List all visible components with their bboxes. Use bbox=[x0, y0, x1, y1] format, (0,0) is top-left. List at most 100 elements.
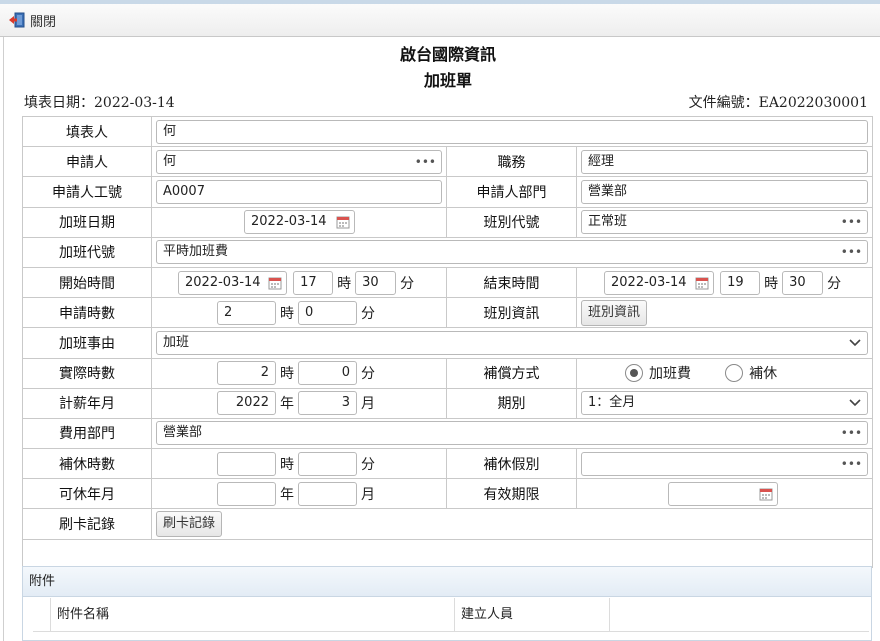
document-number: 文件編號：EA2022030001 bbox=[688, 95, 868, 111]
ellipsis-icon[interactable]: ••• bbox=[841, 422, 862, 444]
toolbar: 關閉 bbox=[0, 0, 880, 37]
column-created-by[interactable]: 建立人員 bbox=[455, 598, 610, 631]
hour-unit: 時 bbox=[764, 275, 779, 292]
row-select-column bbox=[33, 598, 51, 631]
comp-leave-type-picker[interactable]: ••• bbox=[581, 451, 869, 476]
start-minute-field[interactable]: 30 bbox=[355, 270, 397, 295]
row-spacer bbox=[21, 539, 874, 568]
fill-date: 填表日期：2022-03-14 bbox=[24, 95, 175, 111]
shift-info-label: 班別資訊 bbox=[446, 297, 577, 329]
pay-month-label: 計薪年月 bbox=[22, 387, 152, 419]
ot-code-label: 加班代號 bbox=[22, 236, 152, 268]
shift-code-picker[interactable]: 正常班 ••• bbox=[581, 210, 869, 235]
emp-no-value: A0007 bbox=[163, 183, 205, 199]
close-button[interactable]: 關閉 bbox=[8, 10, 56, 30]
end-hour-field[interactable]: 19 bbox=[720, 270, 761, 295]
column-attachment-name[interactable]: 附件名稱 bbox=[51, 598, 455, 631]
comp-radio-comp-leave[interactable]: 補休 bbox=[725, 363, 777, 383]
month-unit: 月 bbox=[361, 486, 375, 503]
position-value: 經理 bbox=[588, 153, 615, 169]
actual-minute-field[interactable]: 0 bbox=[298, 361, 357, 386]
dept-field[interactable]: 營業部 bbox=[581, 179, 869, 204]
reason-select[interactable]: 加班 bbox=[156, 330, 869, 355]
valid-until-label: 有效期限 bbox=[446, 478, 577, 510]
hour-unit: 時 bbox=[337, 275, 352, 292]
form-title: 加班單 bbox=[423, 71, 472, 90]
filler-label: 填表人 bbox=[22, 115, 152, 148]
minute-unit: 分 bbox=[827, 275, 842, 292]
chevron-down-icon[interactable] bbox=[849, 332, 861, 354]
filler-field[interactable]: 何 bbox=[156, 119, 869, 144]
applicant-picker[interactable]: 何 ••• bbox=[156, 149, 442, 174]
minute-unit: 分 bbox=[361, 456, 375, 473]
calendar-icon[interactable] bbox=[336, 215, 350, 233]
emp-no-field[interactable]: A0007 bbox=[156, 179, 442, 204]
end-hour-value: 19 bbox=[727, 274, 744, 290]
pay-year-field[interactable]: 2022 bbox=[217, 391, 276, 416]
year-unit: 年 bbox=[280, 396, 294, 413]
comp-minute-field[interactable] bbox=[298, 451, 357, 476]
ellipsis-icon[interactable]: ••• bbox=[841, 453, 862, 475]
close-button-label: 關閉 bbox=[30, 14, 57, 30]
comp-hour-field[interactable] bbox=[217, 451, 276, 476]
hour-unit: 時 bbox=[280, 305, 294, 322]
apply-hour-value: 2 bbox=[224, 304, 233, 320]
apply-hour-field[interactable]: 2 bbox=[217, 300, 276, 325]
minute-unit: 分 bbox=[400, 275, 415, 292]
ot-code-picker[interactable]: 平時加班費 ••• bbox=[156, 240, 869, 265]
ellipsis-icon[interactable]: ••• bbox=[415, 151, 436, 173]
card-record-label: 刷卡記錄 bbox=[22, 508, 152, 540]
dept-value: 營業部 bbox=[588, 183, 628, 199]
cost-dept-label: 費用部門 bbox=[22, 417, 152, 450]
end-date-field[interactable]: 2022-03-14 bbox=[604, 270, 714, 295]
position-field[interactable]: 經理 bbox=[581, 149, 869, 174]
attachments-header: 附件名稱 建立人員 bbox=[33, 598, 869, 632]
ot-date-field[interactable]: 2022-03-14 bbox=[244, 210, 355, 235]
period-value: 1：全月 bbox=[588, 395, 636, 411]
end-minute-value: 30 bbox=[789, 274, 806, 290]
overtime-form: 填表人 何 申請人 何 ••• 職務 經理 申請人工號 A0007 申請人部門 營… bbox=[21, 115, 874, 568]
calendar-icon[interactable] bbox=[759, 487, 773, 505]
avail-month-label: 可休年月 bbox=[22, 478, 152, 510]
avail-month-field[interactable] bbox=[298, 481, 357, 506]
period-select[interactable]: 1：全月 bbox=[581, 391, 869, 416]
row-actual-hours: 實際時數 2時 0分 補償方式 加班費 補休 bbox=[22, 357, 874, 389]
column-filler bbox=[610, 598, 869, 631]
calendar-icon[interactable] bbox=[695, 276, 709, 294]
cost-dept-picker[interactable]: 營業部 ••• bbox=[156, 421, 869, 446]
end-minute-field[interactable]: 30 bbox=[782, 270, 824, 295]
apply-hours-label: 申請時數 bbox=[22, 297, 152, 329]
comp-option-label: 補休 bbox=[749, 366, 778, 383]
shift-info-button[interactable]: 班別資訊 bbox=[581, 299, 648, 326]
start-date-value: 2022-03-14 bbox=[185, 274, 261, 290]
calendar-icon[interactable] bbox=[268, 276, 282, 294]
comp-option-label: 加班費 bbox=[649, 366, 691, 383]
comp-radio-overtime-pay[interactable]: 加班費 bbox=[625, 363, 691, 383]
reason-label: 加班事由 bbox=[22, 327, 152, 359]
row-avail-month: 可休年月 年 月 有效期限 bbox=[22, 478, 874, 510]
row-apply-hours: 申請時數 2 時0 分 班別資訊 班別資訊 bbox=[22, 297, 874, 329]
position-label: 職務 bbox=[446, 146, 577, 178]
applicant-label: 申請人 bbox=[22, 146, 152, 178]
pay-month-field[interactable]: 3 bbox=[298, 391, 357, 416]
valid-until-field[interactable] bbox=[668, 481, 778, 506]
actual-hour-field[interactable]: 2 bbox=[217, 361, 276, 386]
shift-code-value: 正常班 bbox=[588, 214, 628, 230]
shift-code-label: 班別代號 bbox=[446, 206, 577, 238]
dept-label: 申請人部門 bbox=[446, 176, 577, 208]
card-record-button[interactable]: 刷卡記錄 bbox=[156, 511, 223, 538]
start-date-field[interactable]: 2022-03-14 bbox=[178, 270, 287, 295]
row-cost-dept: 費用部門 營業部 ••• bbox=[22, 417, 874, 450]
cost-dept-value: 營業部 bbox=[163, 425, 203, 441]
form-page: 啟台國際資訊 加班單 填表日期：2022-03-14 文件編號：EA202203… bbox=[3, 37, 880, 641]
row-ot-date: 加班日期 2022-03-14 班別代號 正常班 ••• bbox=[22, 206, 874, 238]
avail-year-field[interactable] bbox=[217, 481, 276, 506]
start-hour-field[interactable]: 17 bbox=[293, 270, 334, 295]
chevron-down-icon[interactable] bbox=[849, 392, 861, 414]
apply-minute-field[interactable]: 0 bbox=[298, 300, 357, 325]
ellipsis-icon[interactable]: ••• bbox=[841, 211, 862, 233]
end-time-label: 結束時間 bbox=[446, 266, 577, 299]
comp-hours-label: 補休時數 bbox=[22, 448, 152, 480]
emp-no-label: 申請人工號 bbox=[22, 176, 152, 208]
ellipsis-icon[interactable]: ••• bbox=[841, 241, 862, 263]
